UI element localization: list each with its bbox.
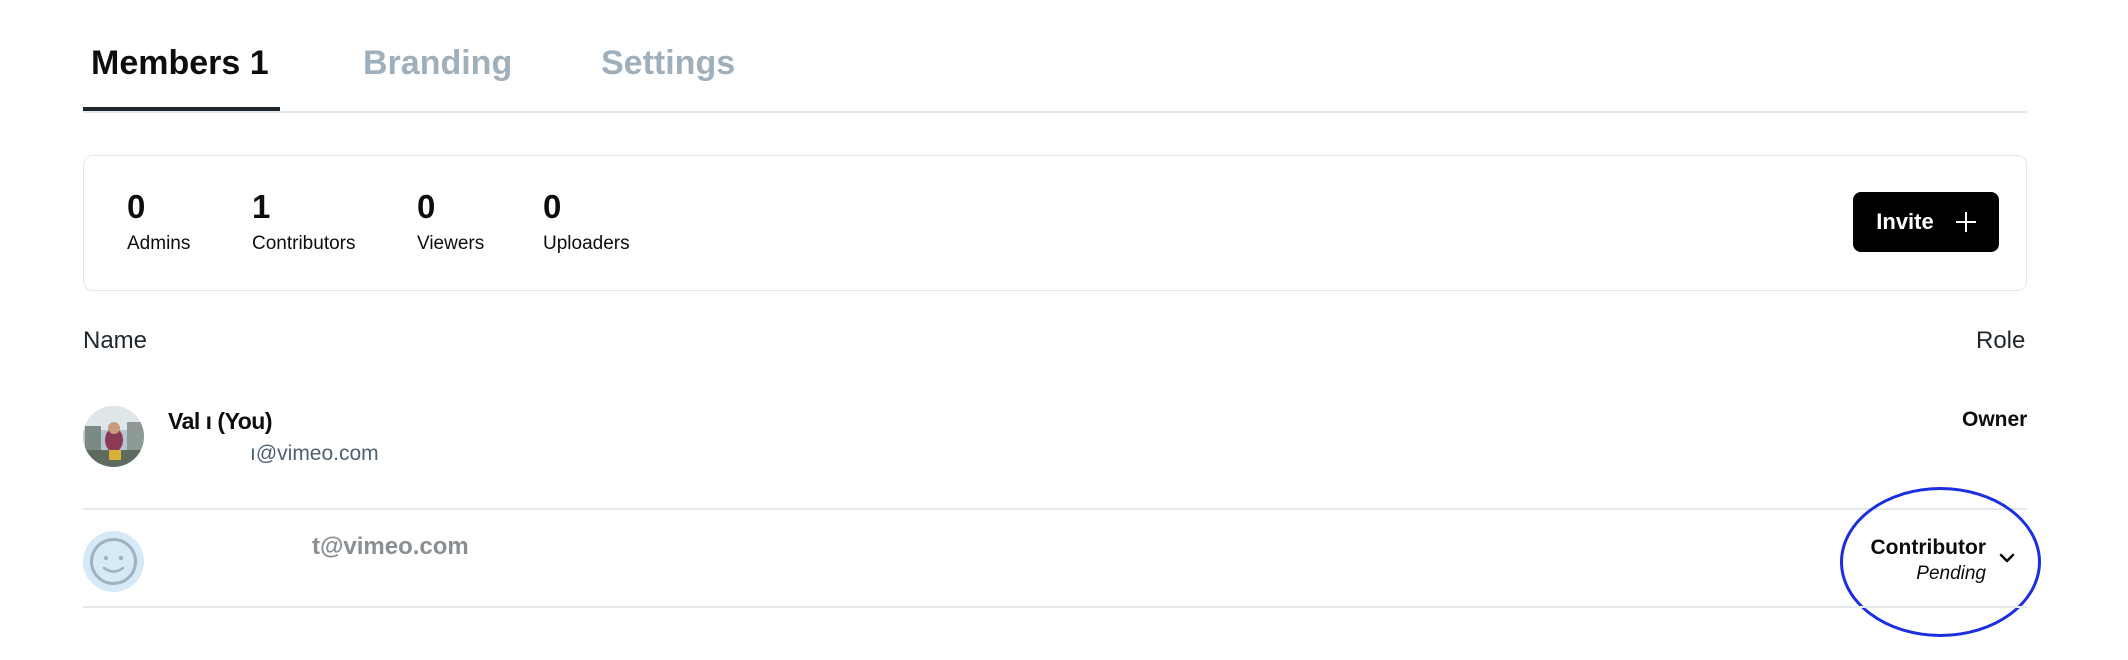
tab-branding[interactable]: Branding (363, 44, 512, 83)
member-email: ı@vimeo.com (250, 442, 379, 465)
member-name: Val ı (You) (168, 408, 272, 434)
member-role: Owner (1962, 408, 2028, 431)
plus-icon (1955, 212, 1976, 232)
invite-button-label: Invite (1876, 209, 1934, 234)
tab-members[interactable]: Members 1 (91, 44, 269, 83)
avatar-photo-image (83, 406, 144, 467)
role-select-value: Contributor Pending (1871, 536, 1986, 585)
tab-settings[interactable]: Settings (601, 44, 735, 83)
stat-viewers: 0 Viewers (417, 190, 484, 255)
invite-button[interactable]: Invite (1853, 192, 1999, 252)
role-select-label: Contributor (1870, 536, 1986, 559)
stat-contributors-label: Contributors (252, 233, 356, 254)
stat-contributors: 1 Contributors (252, 190, 356, 255)
column-header-role: Role (1976, 327, 2026, 354)
stat-admins-label: Admins (127, 233, 191, 254)
column-header-name: Name (83, 327, 148, 354)
stat-uploaders: 0 Uploaders (543, 190, 630, 255)
stat-admins-count: 0 (127, 188, 146, 225)
stat-contributors-count: 1 (252, 188, 271, 225)
placeholder-face-icon (83, 531, 144, 592)
stat-admins: 0 Admins (127, 190, 190, 255)
avatar (83, 406, 144, 467)
invite-status: Pending (1916, 563, 1986, 584)
active-tab-indicator (83, 107, 280, 111)
row-divider (83, 508, 2027, 510)
pending-invite-email: t@vimeo.com (312, 533, 469, 560)
row-divider (83, 606, 2027, 608)
role-select[interactable]: Contributor Pending (1860, 532, 2020, 592)
member-stats-card: 0 Admins 1 Contributors 0 Viewers 0 Uplo… (83, 155, 2027, 291)
chevron-down-icon[interactable] (1998, 552, 2016, 564)
stat-viewers-count: 0 (417, 188, 436, 225)
tab-bar: Members 1 Branding Settings (83, 0, 2027, 113)
stat-viewers-label: Viewers (417, 233, 485, 254)
stat-uploaders-count: 0 (543, 188, 562, 225)
stat-uploaders-label: Uploaders (543, 233, 630, 254)
